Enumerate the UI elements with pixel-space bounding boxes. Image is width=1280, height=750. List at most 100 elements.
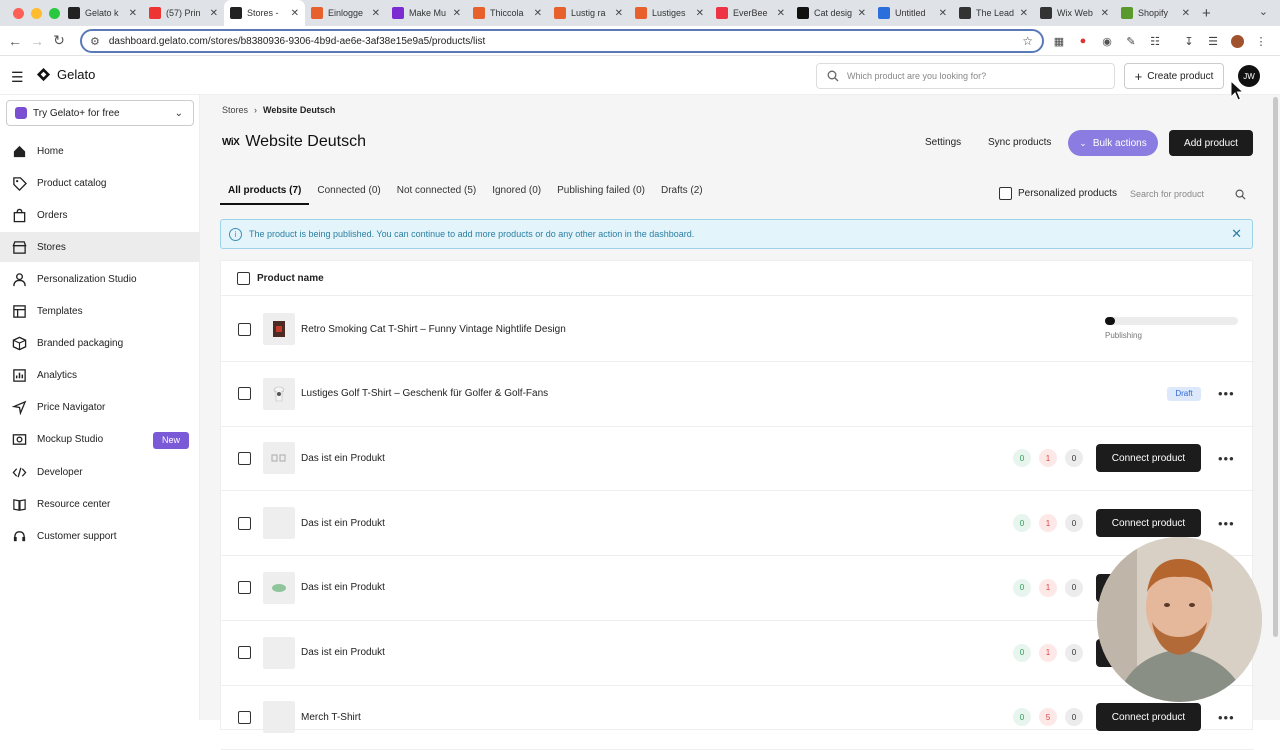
more-options-icon[interactable]: ••• — [1218, 386, 1235, 401]
close-window-button[interactable] — [13, 7, 24, 19]
try-gelato-plus-dropdown[interactable]: Try Gelato+ for free ⌄ — [6, 100, 194, 126]
extension-icon[interactable]: ▦ — [1052, 34, 1066, 48]
browser-tab[interactable]: Stores - ✕ — [224, 0, 305, 26]
breadcrumb-stores-link[interactable]: Stores — [222, 105, 248, 115]
site-settings-icon[interactable]: ⚙ — [90, 35, 100, 48]
table-row[interactable]: Merch T-Shirt 0 5 0 Connect product ••• — [221, 685, 1254, 750]
forward-icon[interactable]: → — [26, 33, 48, 49]
close-tab-icon[interactable]: ✕ — [372, 8, 380, 19]
sidebar-item-home[interactable]: Home — [0, 136, 200, 166]
bulk-actions-button[interactable]: ⌄ Bulk actions — [1068, 130, 1158, 156]
row-checkbox[interactable] — [238, 646, 251, 659]
add-product-button[interactable]: Add product — [1169, 130, 1253, 156]
sidebar-item-resource-center[interactable]: Resource center — [0, 489, 200, 519]
browser-tab[interactable]: Lustiges ✕ — [629, 0, 710, 26]
scrollbar[interactable] — [1273, 95, 1280, 637]
personalized-products-checkbox[interactable] — [999, 187, 1012, 200]
sidebar-item-orders[interactable]: Orders — [0, 200, 200, 230]
close-tab-icon[interactable]: ✕ — [696, 8, 704, 19]
filter-tab[interactable]: Ignored (0) — [484, 183, 549, 205]
table-row[interactable]: Das ist ein Produkt 010 Connect product ••• — [221, 491, 1254, 557]
close-tab-icon[interactable]: ✕ — [615, 8, 623, 19]
new-tab-button[interactable]: + — [1202, 5, 1211, 22]
sidebar-item-stores[interactable]: Stores — [0, 232, 200, 263]
row-checkbox[interactable] — [238, 581, 251, 595]
close-tab-icon[interactable]: ✕ — [1182, 8, 1190, 19]
browser-tab[interactable]: (57) Prin ✕ — [143, 0, 224, 26]
download-icon[interactable]: ↧ — [1182, 34, 1196, 48]
product-name[interactable]: Lustiges Golf T-Shirt – Geschenk für Gol… — [301, 388, 548, 399]
bookmark-star-icon[interactable]: ☆ — [1022, 34, 1033, 48]
select-all-checkbox[interactable] — [237, 271, 250, 285]
sync-products-button[interactable]: Sync products — [988, 137, 1051, 148]
product-name[interactable]: Das ist ein Produkt — [301, 582, 385, 593]
close-tab-icon[interactable]: ✕ — [291, 8, 299, 19]
extension-icon[interactable]: ● — [1076, 34, 1090, 48]
close-tab-icon[interactable]: ✕ — [453, 8, 461, 19]
close-tab-icon[interactable]: ✕ — [858, 8, 866, 19]
sidebar-item-templates[interactable]: Templates — [0, 297, 200, 327]
table-row[interactable]: Retro Smoking Cat T-Shirt – Funny Vintag… — [221, 297, 1254, 362]
settings-button[interactable]: Settings — [925, 137, 961, 148]
reload-icon[interactable]: ↻ — [48, 32, 70, 49]
sidebar-item-personalization-studio[interactable]: Personalization Studio — [0, 264, 200, 294]
create-product-button[interactable]: + Create product — [1124, 63, 1224, 89]
sidebar-item-developer[interactable]: Developer — [0, 457, 200, 487]
close-tab-icon[interactable]: ✕ — [1101, 8, 1109, 19]
sidebar-item-branded-packaging[interactable]: Branded packaging — [0, 329, 200, 359]
close-tab-icon[interactable]: ✕ — [777, 8, 785, 19]
personalized-products-filter[interactable]: Personalized products — [999, 187, 1117, 200]
product-name[interactable]: Retro Smoking Cat T-Shirt – Funny Vintag… — [301, 324, 566, 335]
pen-extension-icon[interactable]: ✎ — [1124, 34, 1138, 48]
close-tab-icon[interactable]: ✕ — [129, 8, 137, 19]
browser-tab[interactable]: Make Mu ✕ — [386, 0, 467, 26]
reading-list-icon[interactable]: ☰ — [1206, 34, 1220, 48]
product-search-input[interactable]: Search for product — [1122, 183, 1254, 205]
browser-tab[interactable]: Untitled ✕ — [872, 0, 953, 26]
more-options-icon[interactable]: ••• — [1218, 710, 1235, 725]
browser-tab[interactable]: Shopify ✕ — [1115, 0, 1196, 26]
row-checkbox[interactable] — [238, 516, 251, 530]
connect-product-button[interactable]: Connect product — [1096, 444, 1201, 473]
product-name[interactable]: Merch T-Shirt — [301, 712, 361, 723]
back-icon[interactable]: ← — [4, 33, 26, 49]
more-options-icon[interactable]: ••• — [1218, 516, 1235, 531]
hamburger-menu-icon[interactable]: ☰ — [11, 69, 24, 86]
scrollbar-thumb[interactable] — [1273, 97, 1278, 637]
table-row[interactable]: Lustiges Golf T-Shirt – Geschenk für Gol… — [221, 362, 1254, 427]
row-checkbox[interactable] — [238, 387, 251, 401]
table-row[interactable]: Das ist ein Produkt 010 Connect product ••• — [221, 426, 1254, 492]
product-name[interactable]: Das ist ein Produkt — [301, 518, 385, 529]
row-checkbox[interactable] — [238, 710, 251, 724]
filter-tab[interactable]: Not connected (5) — [389, 183, 485, 205]
close-tab-icon[interactable]: ✕ — [534, 8, 542, 19]
close-icon[interactable]: ✕ — [1231, 226, 1242, 242]
extension-icon[interactable]: ◉ — [1100, 34, 1114, 48]
browser-tab[interactable]: Einlogge ✕ — [305, 0, 386, 26]
browser-tab[interactable]: The Lead ✕ — [953, 0, 1034, 26]
connect-product-button[interactable]: Connect product — [1096, 703, 1201, 732]
row-checkbox[interactable] — [238, 451, 251, 465]
browser-tab[interactable]: Lustig ra ✕ — [548, 0, 629, 26]
browser-tab[interactable]: Thiccola ✕ — [467, 0, 548, 26]
product-name[interactable]: Das ist ein Produkt — [301, 647, 385, 658]
browser-tab[interactable]: Gelato k ✕ — [62, 0, 143, 26]
close-tab-icon[interactable]: ✕ — [939, 8, 947, 19]
sidebar-item-analytics[interactable]: Analytics — [0, 361, 200, 391]
browser-menu-icon[interactable]: ⋮ — [1254, 34, 1268, 48]
gelato-logo[interactable]: Gelato — [36, 67, 95, 82]
filter-tab[interactable]: Drafts (2) — [653, 183, 711, 205]
filter-tab[interactable]: Publishing failed (0) — [549, 183, 653, 205]
sidebar-item-mockup-studio[interactable]: Mockup Studio New — [0, 425, 200, 455]
global-search-input[interactable]: Which product are you looking for? — [816, 63, 1115, 89]
connect-product-button[interactable]: Connect product — [1096, 509, 1201, 538]
zoom-window-button[interactable] — [49, 7, 60, 19]
sidebar-item-customer-support[interactable]: Customer support — [0, 521, 200, 551]
more-options-icon[interactable]: ••• — [1218, 451, 1235, 466]
browser-tab[interactable]: EverBee ✕ — [710, 0, 791, 26]
close-tab-icon[interactable]: ✕ — [210, 8, 218, 19]
tab-search-icon[interactable]: ⌄ — [1259, 5, 1268, 18]
browser-tab[interactable]: Wix Web ✕ — [1034, 0, 1115, 26]
puzzle-icon[interactable]: ☷ — [1148, 34, 1162, 48]
filter-tab[interactable]: All products (7) — [220, 183, 310, 205]
